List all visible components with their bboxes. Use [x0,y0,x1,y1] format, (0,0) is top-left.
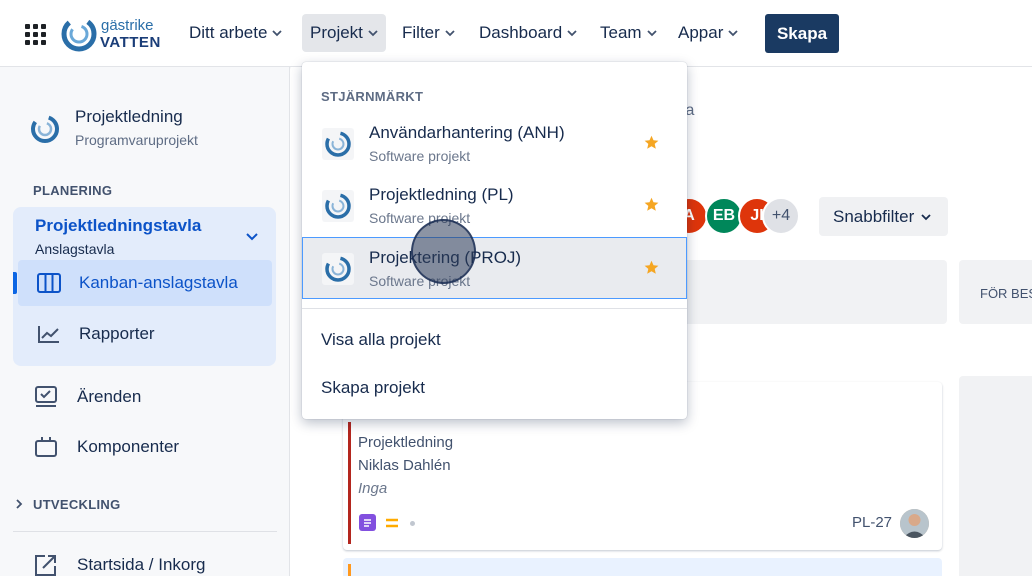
nav-projects-label: Projekt [310,23,363,42]
column-body [959,376,1032,576]
sidebar: Projektledning Programvaruprojekt PLANER… [0,67,290,576]
nav-dashboards-label: Dashboard [479,23,563,42]
star-icon[interactable] [644,197,659,212]
create-project-link[interactable]: Skapa projekt [321,378,425,398]
issue-key[interactable]: PL-27 [852,514,892,531]
nav-apps-label: Appar [678,23,724,42]
nav-apps[interactable]: Appar [670,14,746,52]
sidebar-item-home-inbox[interactable]: Startsida / Inkorg [33,553,206,576]
issues-icon [35,386,57,407]
sidebar-item-label: Ärenden [77,387,142,406]
planning-section-label: PLANERING [33,183,113,198]
sidebar-item-label: Kanban-anslagstavla [79,273,238,292]
chevron-down-icon [728,30,739,37]
nav-your-work-label: Ditt arbete [189,23,268,42]
app-switcher-icon[interactable] [25,24,47,45]
card-epic-bar [348,564,351,576]
board-subtitle: Anslagstavla [35,241,115,257]
avatar-initials: EB [712,207,736,224]
star-icon[interactable] [644,260,659,275]
logo-text-bottom: VATTEN [100,34,161,51]
chevron-down-icon [567,30,577,37]
nav-filters-label: Filter [402,23,440,42]
project-title: Projektledning (PL) [369,185,514,204]
quick-filter-label: Snabbfilter [833,206,915,226]
view-all-projects-link[interactable]: Visa alla projekt [321,330,441,350]
create-button[interactable]: Skapa [765,14,839,53]
dropdown-project-item[interactable]: Användarhantering (ANH) Software projekt [302,112,687,174]
chevron-down-icon [368,30,378,37]
sidebar-item-reports[interactable]: Rapporter [18,311,272,357]
board-title[interactable]: Projektledningstavla [35,216,201,236]
sidebar-divider [13,531,277,532]
development-section-label[interactable]: UTVECKLING [33,497,121,512]
dropdown-project-item[interactable]: Projektledning (PL) Software projekt [302,174,687,236]
chevron-down-icon [646,30,657,37]
external-link-icon [35,555,56,576]
click-indicator [411,219,476,284]
nav-dashboards[interactable]: Dashboard [471,14,585,52]
card-field-value: Inga [358,480,388,497]
company-logo[interactable]: gästrike VATTEN [60,14,160,54]
chevron-down-icon [272,30,283,37]
sidebar-item-issues[interactable]: Ärenden [33,385,141,409]
projects-dropdown: STJÄRNMÄRKT Användarhantering (ANH) Soft… [302,62,687,419]
project-avatar-icon [31,115,59,143]
story-icon [359,514,376,531]
chart-line-icon [38,326,59,343]
logo-text-top: gästrike [101,17,154,34]
estimate-dot [410,521,415,526]
project-subtitle: Software projekt [369,148,471,164]
chevron-down-icon [445,30,455,37]
sidebar-item-label: Komponenter [77,437,180,456]
project-avatar-icon [322,190,354,222]
board-columns-icon [37,273,61,293]
dropdown-project-item[interactable]: Projektering (PROJ) Software projekt [302,237,687,299]
project-title: Användarhantering (ANH) [369,123,565,142]
issue-card[interactable] [343,558,942,576]
project-avatar-icon [322,128,354,160]
project-type: Programvaruprojekt [75,132,198,148]
sidebar-item-kanban-board[interactable]: Kanban-anslagstavla [13,260,272,306]
starred-heading: STJÄRNMÄRKT [321,89,424,104]
sidebar-item-components[interactable]: Komponenter [33,435,179,459]
sidebar-item-label: Rapporter [79,324,155,343]
priority-medium-icon [386,518,398,528]
sidebar-item-label: Startsida / Inkorg [77,555,206,574]
logo-swirl-icon [61,16,97,52]
nav-teams[interactable]: Team [592,14,665,52]
nav-teams-label: Team [600,23,642,42]
project-avatar-icon [322,253,354,285]
nav-projects[interactable]: Projekt [302,14,386,52]
card-assignee-name: Niklas Dahlén [358,457,451,474]
card-epic: Projektledning [358,434,454,451]
assignee-avatar[interactable] [900,509,929,538]
chevron-right-icon[interactable] [14,499,24,509]
column-title: FÖR BES [980,286,1032,301]
project-name: Projektledning [75,107,183,126]
quick-filter-button[interactable]: Snabbfilter [819,197,948,236]
nav-your-work[interactable]: Ditt arbete [181,14,290,52]
components-icon [35,437,57,457]
star-icon[interactable] [644,135,659,150]
board-group: Projektledningstavla Anslagstavla Kanban… [13,207,276,366]
top-navigation: gästrike VATTEN Ditt arbete Projekt Filt… [0,0,1032,67]
more-avatars-badge[interactable]: +4 [762,197,800,235]
dropdown-divider [302,308,687,309]
avatar-count: +4 [771,207,791,224]
card-epic-bar [348,422,351,544]
nav-filters[interactable]: Filter [394,14,463,52]
chevron-down-icon [921,213,931,220]
chevron-down-icon[interactable] [245,229,259,243]
